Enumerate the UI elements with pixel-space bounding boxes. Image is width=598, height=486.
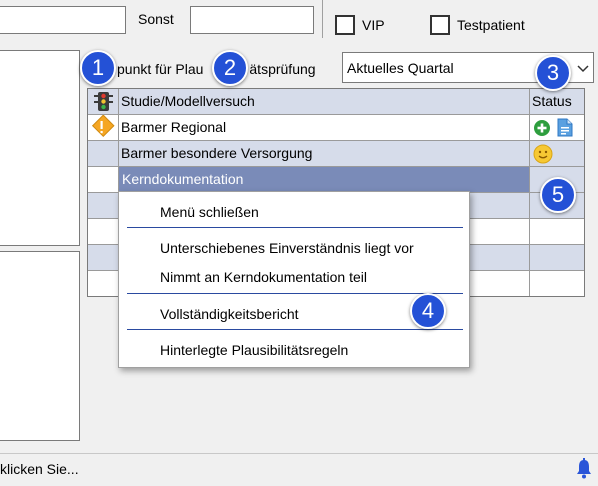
plausi-select-value: Aktuelles Quartal	[347, 60, 454, 76]
sonst-field[interactable]	[190, 6, 314, 34]
menu-item-consent[interactable]: Unterschiebenes Einverständnis liegt vor	[160, 240, 414, 256]
row-status	[530, 141, 584, 166]
menu-separator	[127, 227, 463, 228]
context-menu: Menü schließen Unterschiebenes Einverstä…	[118, 191, 470, 368]
callout-badge-3: 3	[535, 55, 571, 91]
menu-separator	[127, 329, 463, 330]
name-field[interactable]	[0, 6, 126, 34]
testpatient-label: Testpatient	[457, 17, 525, 33]
add-icon[interactable]	[533, 119, 551, 137]
document-icon[interactable]	[557, 118, 573, 137]
study-name: Barmer besondere Versorgung	[119, 141, 530, 166]
sonst-label: Sonst	[138, 11, 174, 27]
menu-item-close[interactable]: Menü schließen	[160, 204, 259, 220]
chevron-down-icon[interactable]	[577, 65, 589, 73]
warning-icon	[88, 114, 119, 140]
column-header-status[interactable]: Status	[530, 89, 584, 114]
study-name: Barmer Regional	[119, 115, 530, 140]
group-divider	[322, 0, 323, 38]
menu-separator	[127, 293, 463, 294]
menu-item-participates[interactable]: Nimmt an Kerndokumentation teil	[160, 269, 367, 285]
row-status	[530, 115, 584, 140]
smiley-icon[interactable]	[533, 144, 553, 164]
traffic-light-icon	[88, 89, 119, 114]
column-header-studie[interactable]: Studie/Modellversuch	[119, 89, 530, 114]
vip-checkbox[interactable]	[335, 15, 355, 35]
vip-label: VIP	[362, 17, 385, 33]
table-row[interactable]: Barmer Regional	[88, 114, 584, 141]
callout-badge-1: 1	[80, 50, 116, 86]
left-panel-bottom	[0, 251, 80, 441]
table-row-selected[interactable]: Kerndokumentation	[88, 167, 584, 193]
callout-badge-5: 5	[540, 177, 576, 213]
callout-badge-2: 2	[212, 50, 248, 86]
statusbar-text: klicken Sie...	[0, 461, 79, 477]
left-panel-top	[0, 50, 80, 246]
study-name: Kerndokumentation	[119, 167, 530, 192]
callout-badge-4: 4	[410, 293, 446, 329]
testpatient-checkbox[interactable]	[430, 15, 450, 35]
table-row[interactable]: Barmer besondere Versorgung	[88, 141, 584, 167]
bell-icon[interactable]	[575, 458, 593, 480]
table-header: Studie/Modellversuch Status	[88, 89, 584, 115]
statusbar-divider	[0, 453, 598, 454]
menu-item-completeness-report[interactable]: Vollständigkeitsbericht	[160, 306, 299, 322]
menu-item-plausibility-rules[interactable]: Hinterlegte Plausibilitätsregeln	[160, 342, 348, 358]
